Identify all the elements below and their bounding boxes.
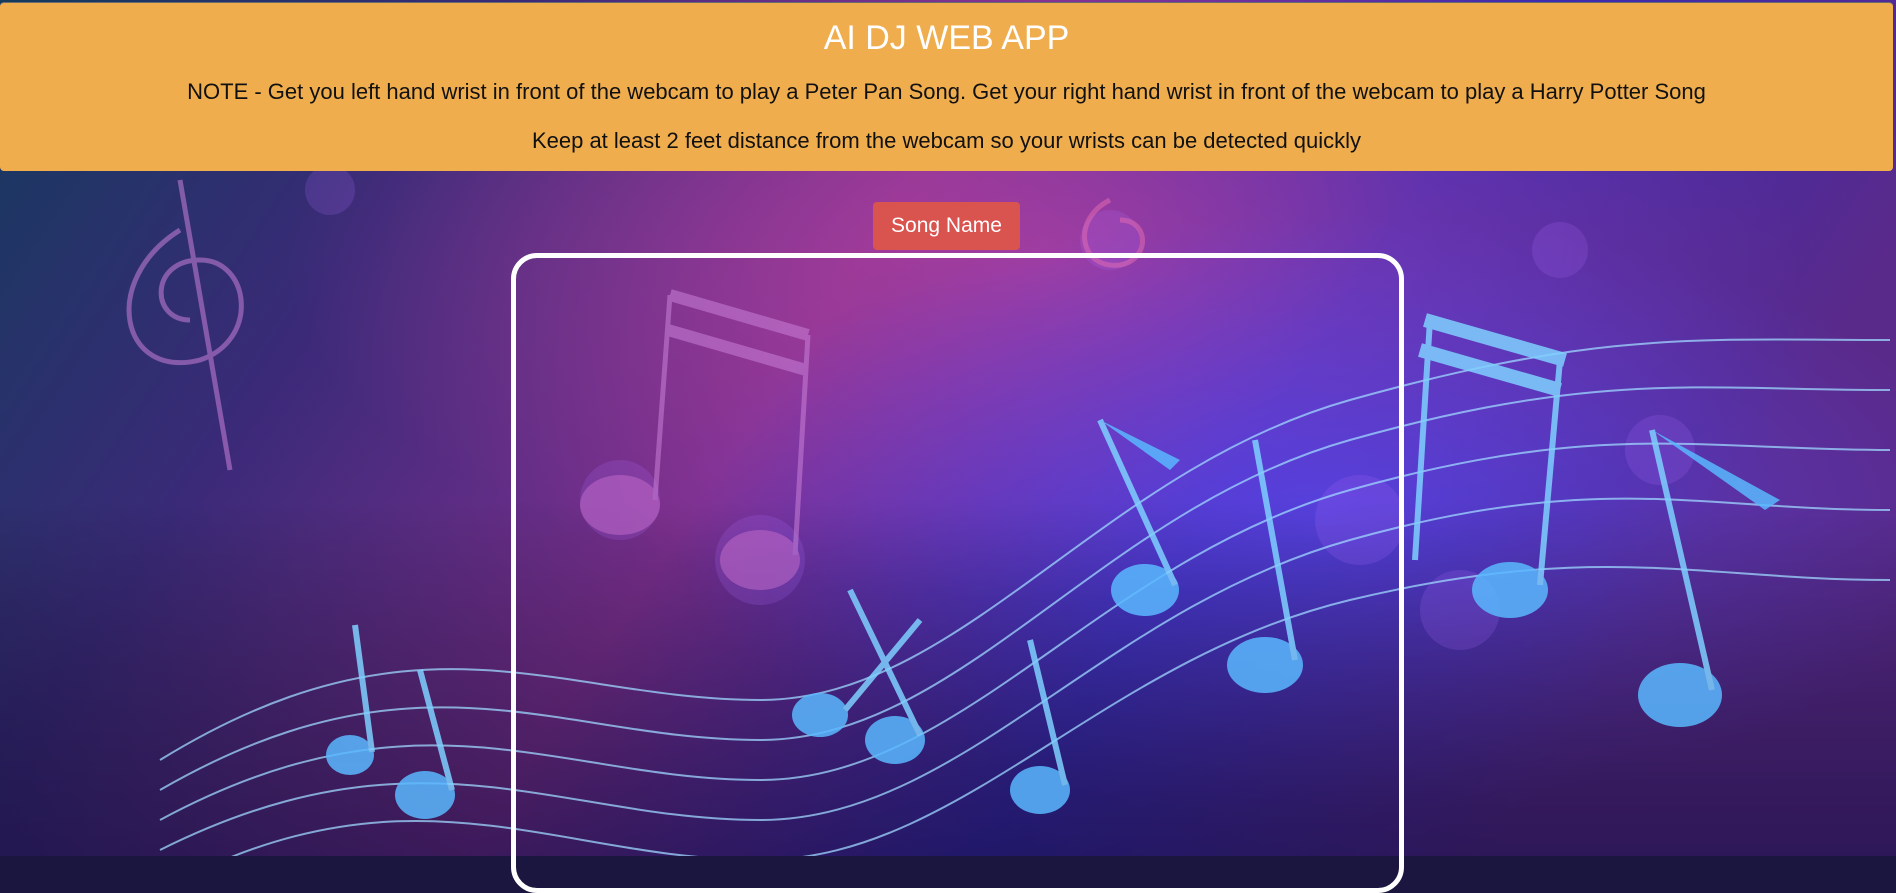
webcam-canvas	[511, 253, 1404, 893]
distance-note-text: Keep at least 2 feet distance from the w…	[531, 128, 1362, 153]
header-banner: AI DJ WEB APP NOTE - Get you left hand w…	[0, 2, 1893, 171]
song-name-button[interactable]: Song Name	[873, 202, 1020, 250]
instructions-text: NOTE - Get you left hand wrist in front …	[187, 79, 1706, 104]
page-title: AI DJ WEB APP	[823, 19, 1070, 57]
